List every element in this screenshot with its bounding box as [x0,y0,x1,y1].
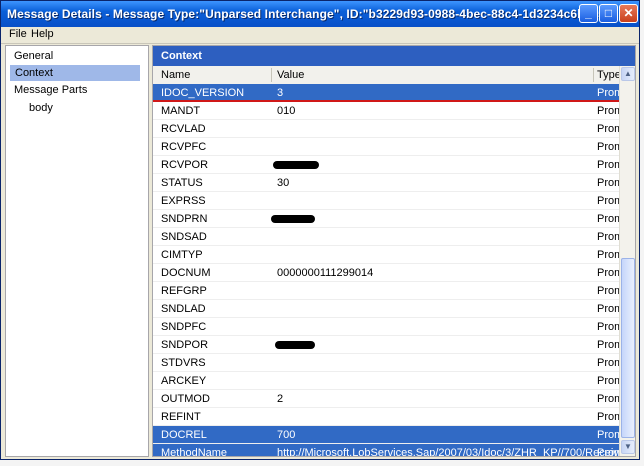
minimize-button[interactable]: _ [579,4,598,23]
cell-name: SNDPFC [161,321,207,333]
cell-name: SNDPOR [161,339,209,351]
redaction-mark [271,215,315,223]
cell-type: Promoted [597,339,619,351]
scroll-thumb[interactable] [621,258,635,438]
cell-type: Promoted [597,231,619,243]
cell-type: Promoted [597,141,619,153]
maximize-button[interactable]: □ [599,4,618,23]
cell-value: 700 [277,429,296,441]
cell-name: MethodName [161,447,228,457]
cell-type: Promoted [597,447,619,457]
cell-name: RCVLAD [161,123,206,135]
cell-name: ARCKEY [161,375,207,387]
cell-type: Promoted [597,285,619,297]
cell-name: RCVPOR [161,159,209,171]
cell-value: http://Microsoft.LobServices.Sap/2007/03… [277,447,625,457]
cell-name: OUTMOD [161,393,210,405]
cell-name: SNDPRN [161,213,208,225]
table-row[interactable]: MethodName http://Microsoft.LobServices.… [153,444,625,457]
menu-bar: File Help [1,27,639,44]
column-header-name[interactable]: Name [161,69,190,81]
table-row[interactable]: SNDLAD Promoted [153,300,619,318]
column-header-row: Name Value Type [153,66,621,85]
cell-value: 30 [277,177,290,189]
cell-type: Promoted [597,213,619,225]
cell-name: DOCREL [161,429,207,441]
close-button[interactable]: ✕ [619,4,638,23]
column-header-type[interactable]: Type [597,69,621,81]
cell-type: Promoted [597,393,619,405]
table-row[interactable]: CIMTYP Promoted [153,246,619,264]
navigation-tree: General Context Message Parts body [5,45,149,457]
window-title: Message Details - Message Type:"Unparsed… [7,7,611,21]
nav-item-general[interactable]: General [9,48,58,64]
cell-type: Promoted [597,105,619,117]
cell-type: Promoted [597,411,619,423]
message-details-window: Message Details - Message Type:"Unparsed… [0,0,640,460]
panel-title: Context [153,46,635,66]
cell-value: 0000000111299014 [277,267,374,279]
table-row[interactable]: MANDT 010 Promoted [153,102,619,120]
cell-type: Promoted [597,357,619,369]
cell-type: Promoted [597,177,619,189]
cell-name: EXPRSS [161,195,206,207]
table-row[interactable]: RCVPOR Promoted [153,156,619,174]
cell-name: SNDLAD [161,303,206,315]
table-row[interactable]: REFINT Promoted [153,408,619,426]
scroll-down-arrow-icon[interactable]: ▼ [621,440,635,454]
cell-type: Promoted [597,267,619,279]
column-header-value[interactable]: Value [277,69,304,81]
title-bar[interactable]: Message Details - Message Type:"Unparsed… [1,1,639,27]
redaction-mark [275,341,315,349]
cell-value: 010 [277,105,296,117]
table-row[interactable]: STATUS 30 Promoted [153,174,619,192]
table-row[interactable]: SNDPOR Promoted [153,336,619,354]
table-row[interactable]: REFGRP Promoted [153,282,619,300]
cell-name: REFINT [161,411,201,423]
cell-name: IDOC_VERSION [161,87,245,99]
cell-type: Promoted [597,195,619,207]
table-row[interactable]: EXPRSS Promoted [153,192,619,210]
menu-help[interactable]: Help [31,28,54,40]
cell-name: CIMTYP [161,249,203,261]
cell-name: MANDT [161,105,201,117]
cell-name: SNDSAD [161,231,207,243]
nav-item-context[interactable]: Context [10,65,140,81]
menu-file[interactable]: File [9,28,27,40]
table-row[interactable]: RCVLAD Promoted [153,120,619,138]
cell-type: Promoted [597,123,619,135]
nav-item-message-parts[interactable]: Message Parts [9,82,92,98]
column-divider[interactable] [593,68,594,82]
cell-type: Promoted [597,159,619,171]
cell-value: 3 [277,87,284,99]
table-row[interactable]: IDOC_VERSION 3 Promoted [153,84,619,102]
table-row[interactable]: SNDSAD Promoted [153,228,619,246]
cell-type: Promoted [597,249,619,261]
cell-value: 2 [277,393,284,405]
column-divider[interactable] [271,68,272,82]
cell-type: Promoted [597,87,619,99]
context-panel: Context Name Value Type IDOC_VERSION 3 P… [152,45,636,457]
cell-name: REFGRP [161,285,207,297]
scroll-up-arrow-icon[interactable]: ▲ [621,67,635,81]
cell-name: DOCNUM [161,267,211,279]
table-row[interactable]: DOCNUM 0000000111299014 Promoted [153,264,619,282]
table-row[interactable]: ARCKEY Promoted [153,372,619,390]
table-row[interactable]: RCVPFC Promoted [153,138,619,156]
vertical-scrollbar[interactable]: ▲ ▼ [619,66,635,456]
redaction-mark [273,161,319,169]
table-row[interactable]: OUTMOD 2 Promoted [153,390,619,408]
cell-type: Promoted [597,375,619,387]
table-row[interactable]: SNDPRN Promoted [153,210,619,228]
cell-type: Promoted [597,429,619,441]
cell-name: STDVRS [161,357,206,369]
cell-name: STATUS [161,177,203,189]
table-row[interactable]: DOCREL 700 Promoted [153,426,619,444]
table-row[interactable]: STDVRS Promoted [153,354,619,372]
cell-type: Promoted [597,303,619,315]
nav-item-body[interactable]: body [24,100,58,116]
cell-type: Promoted [597,321,619,333]
cell-name: RCVPFC [161,141,207,153]
table-row[interactable]: SNDPFC Promoted [153,318,619,336]
